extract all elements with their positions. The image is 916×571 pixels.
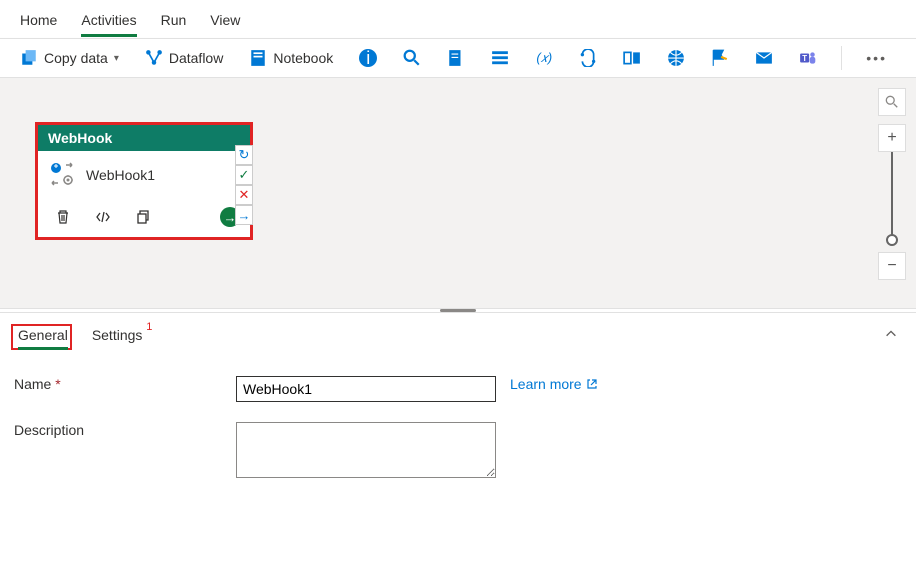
learn-more-link[interactable]: Learn more — [510, 376, 598, 392]
activity-name: WebHook1 — [86, 167, 155, 183]
settings-tab-label: Settings — [92, 327, 143, 343]
dataflow-label: Dataflow — [169, 50, 223, 66]
globe-icon — [667, 49, 685, 67]
loop-icon — [579, 49, 597, 67]
name-field-label: Name * — [14, 376, 236, 392]
tab-general[interactable]: General — [18, 327, 68, 350]
tab-settings[interactable]: Settings 1 — [92, 327, 143, 350]
code-button[interactable] — [94, 208, 112, 226]
toolbar: Copy data ▾ Dataflow Notebook i (𝑥) — [0, 38, 916, 78]
name-input[interactable] — [236, 376, 496, 402]
zoom-thumb[interactable] — [886, 234, 898, 246]
globe-button[interactable] — [661, 45, 691, 71]
search-button[interactable] — [397, 45, 427, 71]
variable-button[interactable]: (𝑥) — [529, 45, 559, 71]
copy-data-button[interactable]: Copy data ▾ — [14, 45, 125, 71]
pipeline-canvas[interactable]: WebHook WebHook1 — [0, 78, 916, 308]
more-button[interactable]: ••• — [860, 46, 893, 70]
teams-button[interactable]: T — [793, 45, 823, 71]
dataflow-icon — [145, 49, 163, 67]
properties-panel: General Settings 1 Name * Learn more Des… — [0, 312, 916, 521]
script-icon — [447, 49, 465, 67]
canvas-search-button[interactable] — [878, 88, 906, 116]
success-handle[interactable]: ✓ — [235, 165, 253, 185]
list-icon — [491, 49, 509, 67]
container-button[interactable] — [617, 45, 647, 71]
info-button[interactable]: i — [353, 45, 383, 71]
top-nav: Home Activities Run View — [0, 0, 916, 38]
activity-output-handles: ↻ ✓ ✕ → — [235, 145, 253, 225]
notebook-button[interactable]: Notebook — [243, 45, 339, 71]
tab-activities[interactable]: Activities — [81, 6, 136, 37]
list-button[interactable] — [485, 45, 515, 71]
external-link-icon — [586, 378, 598, 390]
webhook-activity-node[interactable]: WebHook WebHook1 — [35, 122, 253, 240]
copy-button[interactable] — [134, 208, 152, 226]
retry-handle[interactable]: ↻ — [235, 145, 253, 165]
dataflow-button[interactable]: Dataflow — [139, 45, 229, 71]
notebook-label: Notebook — [273, 50, 333, 66]
copy-data-icon — [20, 49, 38, 67]
zoom-slider[interactable] — [891, 152, 893, 240]
zoom-controls: + − — [878, 88, 906, 280]
webhook-icon — [48, 161, 76, 189]
ellipsis-icon: ••• — [866, 50, 887, 66]
tab-view[interactable]: View — [210, 6, 240, 37]
flag-icon — [711, 49, 729, 67]
chevron-down-icon: ▾ — [114, 53, 119, 64]
teams-icon: T — [799, 49, 817, 67]
tab-home[interactable]: Home — [20, 6, 57, 37]
search-icon — [403, 49, 421, 67]
tab-run[interactable]: Run — [161, 6, 187, 37]
collapse-panel-button[interactable] — [884, 327, 898, 344]
copy-data-label: Copy data — [44, 50, 108, 66]
notebook-icon — [249, 49, 267, 67]
learn-more-label: Learn more — [510, 376, 582, 392]
mail-button[interactable] — [749, 45, 779, 71]
svg-text:T: T — [802, 54, 807, 63]
description-input[interactable] — [236, 422, 496, 478]
flag-button[interactable] — [705, 45, 735, 71]
info-icon: i — [359, 49, 377, 67]
failure-handle[interactable]: ✕ — [235, 185, 253, 205]
variable-icon: (𝑥) — [535, 49, 553, 67]
settings-badge: 1 — [146, 321, 152, 333]
zoom-out-button[interactable]: − — [878, 252, 906, 280]
skip-handle[interactable]: → — [235, 205, 253, 225]
loop-button[interactable] — [573, 45, 603, 71]
mail-icon — [755, 49, 773, 67]
activity-type-label: WebHook — [38, 125, 250, 151]
container-icon — [623, 49, 641, 67]
script-button[interactable] — [441, 45, 471, 71]
delete-button[interactable] — [54, 208, 72, 226]
toolbar-separator — [841, 46, 842, 70]
zoom-in-button[interactable]: + — [878, 124, 906, 152]
description-field-label: Description — [14, 422, 236, 438]
